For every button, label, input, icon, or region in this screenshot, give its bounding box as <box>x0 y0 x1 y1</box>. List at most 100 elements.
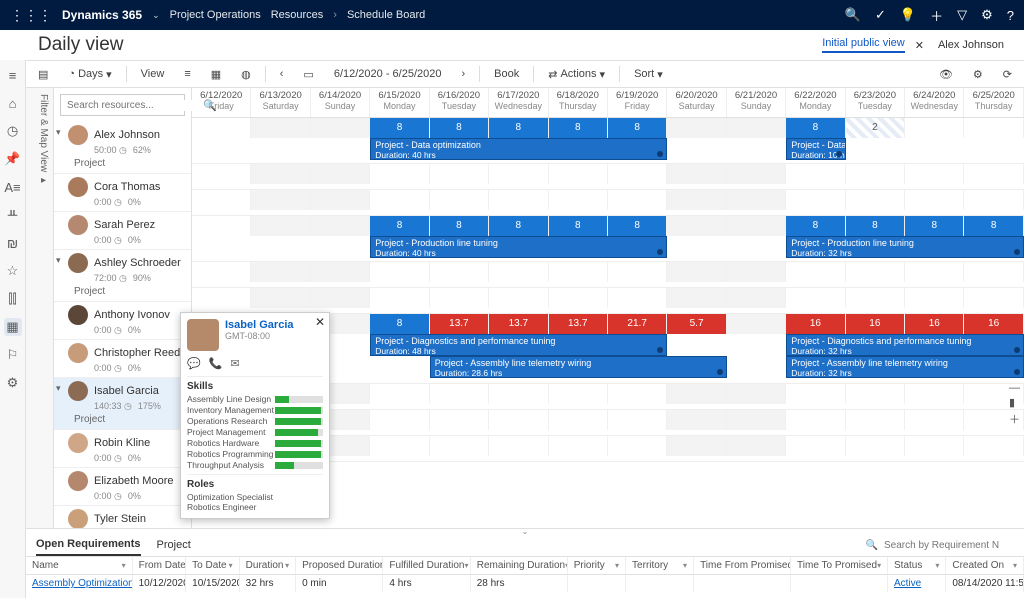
book-button[interactable]: Book <box>488 66 525 82</box>
day-header[interactable]: 6/24/2020Wednesday <box>905 88 964 117</box>
allocation-cell[interactable] <box>608 288 667 308</box>
day-header[interactable]: 6/18/2020Thursday <box>549 88 608 117</box>
nav-people-icon[interactable]: ᚇ <box>4 206 22 224</box>
search-icon[interactable]: 🔍 <box>845 7 861 23</box>
allocation-cell[interactable]: 8 <box>489 216 548 236</box>
allocation-cell[interactable]: 8 <box>964 216 1023 236</box>
table-cell[interactable]: 28 hrs <box>471 575 568 592</box>
allocation-cell[interactable] <box>964 190 1023 210</box>
allocation-cell[interactable] <box>905 288 964 308</box>
allocation-cell[interactable] <box>430 410 489 430</box>
allocation-cell[interactable] <box>489 384 548 404</box>
table-cell[interactable]: 10/12/2020 <box>133 575 187 592</box>
zoom-out-icon[interactable]: — <box>1009 382 1020 394</box>
allocation-cell[interactable] <box>727 288 786 308</box>
allocation-cell[interactable] <box>905 384 964 404</box>
days-dropdown[interactable]: ◔ Days ▾ <box>62 66 117 83</box>
allocation-cell[interactable]: 8 <box>549 118 608 138</box>
allocation-cell[interactable]: 8 <box>786 216 845 236</box>
column-header[interactable]: Status▾ <box>888 557 946 575</box>
lightbulb-icon[interactable]: 💡 <box>900 7 916 23</box>
nav-sliders-icon[interactable]: ⫿⫿ <box>4 290 22 308</box>
chevron-down-icon[interactable]: ⌄ <box>152 10 160 21</box>
expand-icon[interactable]: ▾ <box>56 255 61 266</box>
day-header[interactable]: 6/20/2020Saturday <box>667 88 726 117</box>
column-header[interactable]: Time To Promised▾ <box>791 557 888 575</box>
allocation-cell[interactable] <box>430 436 489 456</box>
allocation-cell[interactable]: 8 <box>430 216 489 236</box>
breadcrumb-schedule-board[interactable]: Schedule Board <box>347 9 425 21</box>
allocation-cell[interactable] <box>786 288 845 308</box>
project-bar[interactable]: Project - Assembly line telemetry wiring… <box>430 356 727 378</box>
allocation-cell[interactable] <box>667 436 726 456</box>
allocation-cell[interactable] <box>489 190 548 210</box>
nav-recent-icon[interactable]: ◷ <box>4 122 22 140</box>
allocation-cell[interactable] <box>608 164 667 184</box>
nav-text-icon[interactable]: A≡ <box>4 178 22 196</box>
resource-row[interactable]: Elizabeth Moore0:00 ◷0% <box>54 468 191 506</box>
tab-open-requirements[interactable]: Open Requirements <box>36 534 141 556</box>
view-list-icon[interactable]: ≡ <box>178 66 196 82</box>
column-header[interactable]: Territory▾ <box>626 557 694 575</box>
allocation-cell[interactable] <box>370 262 429 282</box>
day-header[interactable]: 6/16/2020Tuesday <box>430 88 489 117</box>
column-header[interactable]: Remaining Duration▾ <box>471 557 568 575</box>
date-range[interactable]: 6/12/2020 - 6/25/2020 <box>328 66 448 82</box>
allocation-cell[interactable] <box>549 436 608 456</box>
allocation-cell[interactable] <box>786 410 845 430</box>
day-header[interactable]: 6/15/2020Monday <box>370 88 429 117</box>
allocation-cell[interactable] <box>667 288 726 308</box>
allocation-cell[interactable] <box>489 262 548 282</box>
nav-pin-icon[interactable]: 📌 <box>4 150 22 168</box>
column-header[interactable]: Fulfilled Duration▾ <box>383 557 470 575</box>
allocation-cell[interactable] <box>608 436 667 456</box>
nav-star-icon[interactable]: ☆ <box>4 262 22 280</box>
plus-icon[interactable]: ＋ <box>930 6 943 25</box>
allocation-cell[interactable]: 16 <box>786 314 845 334</box>
calendar-icon[interactable]: ▭ <box>297 66 319 83</box>
allocation-cell[interactable] <box>192 118 251 138</box>
allocation-cell[interactable] <box>905 410 964 430</box>
project-bar[interactable]: Project - Diagnostics and performance tu… <box>370 334 667 356</box>
allocation-cell[interactable] <box>370 410 429 430</box>
allocation-cell[interactable] <box>667 384 726 404</box>
project-bar[interactable]: Project - Data optimiDuration: 10 hrs <box>786 138 845 160</box>
allocation-cell[interactable] <box>846 384 905 404</box>
eye-icon[interactable]: 👁 <box>933 66 959 83</box>
requirements-search-input[interactable] <box>884 540 1014 551</box>
popover-name[interactable]: Isabel Garcia <box>225 319 294 331</box>
allocation-cell[interactable]: 16 <box>846 314 905 334</box>
column-header[interactable]: Name▾ <box>26 557 133 575</box>
expand-icon[interactable]: ▾ <box>56 127 61 138</box>
allocation-cell[interactable] <box>727 436 786 456</box>
allocation-cell[interactable] <box>727 262 786 282</box>
allocation-cell[interactable] <box>251 118 310 138</box>
allocation-cell[interactable]: 8 <box>608 118 667 138</box>
table-cell[interactable]: Active <box>888 575 946 592</box>
allocation-cell[interactable] <box>430 164 489 184</box>
allocation-cell[interactable] <box>727 164 786 184</box>
allocation-cell[interactable] <box>489 164 548 184</box>
allocation-cell[interactable] <box>430 190 489 210</box>
column-header[interactable]: Created On▾ <box>946 557 1024 575</box>
waffle-icon[interactable]: ⋮⋮⋮ <box>10 7 52 24</box>
email-icon[interactable]: ✉ <box>230 357 239 370</box>
allocation-cell[interactable] <box>370 164 429 184</box>
allocation-cell[interactable]: 8 <box>905 216 964 236</box>
allocation-cell[interactable] <box>905 118 964 138</box>
allocation-cell[interactable] <box>251 190 310 210</box>
allocation-cell[interactable] <box>905 190 964 210</box>
allocation-cell[interactable] <box>311 288 370 308</box>
allocation-cell[interactable] <box>667 164 726 184</box>
sort-dropdown[interactable]: Sort ▾ <box>628 66 669 83</box>
project-bar[interactable]: Project - Production line tuningDuration… <box>786 236 1024 258</box>
nav-home-icon[interactable]: ⌂ <box>4 94 22 112</box>
allocation-cell[interactable] <box>727 118 786 138</box>
nav-settings-icon[interactable]: ⚙ <box>4 374 22 392</box>
gear-small-icon[interactable]: ⚙ <box>967 66 989 83</box>
column-header[interactable]: Duration▾ <box>240 557 296 575</box>
allocation-cell[interactable] <box>489 288 548 308</box>
allocation-cell[interactable]: 2 <box>846 118 905 138</box>
allocation-cell[interactable] <box>608 410 667 430</box>
allocation-cell[interactable]: 16 <box>905 314 964 334</box>
